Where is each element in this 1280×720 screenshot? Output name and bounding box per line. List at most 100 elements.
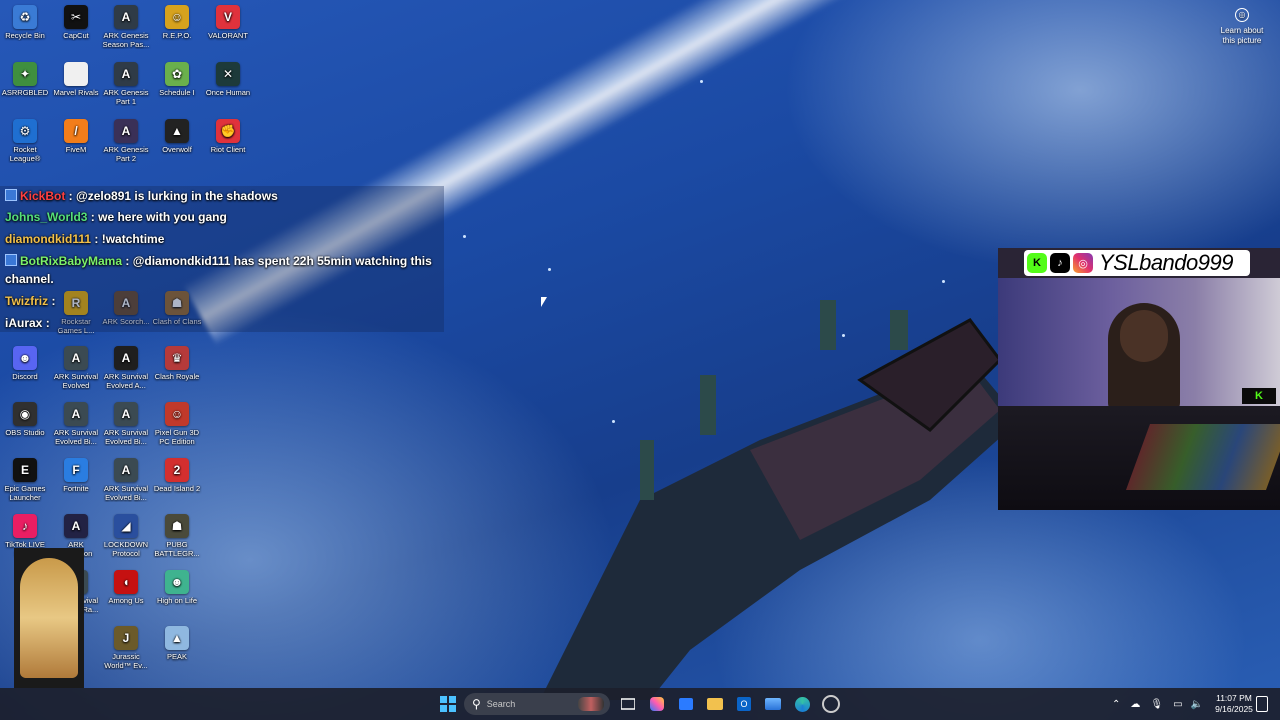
desktop-icon[interactable]: ✕ Once Human xyxy=(203,62,253,98)
desktop-icon[interactable]: ☻ Discord xyxy=(0,346,50,382)
asrrgbled-icon: ✦ xyxy=(13,62,37,86)
desktop-icon-label: Marvel Rivals xyxy=(53,89,99,97)
desktop-icon[interactable]: A ARK Survival Evolved A... xyxy=(101,346,151,390)
chat-text: : xyxy=(42,316,50,330)
pixel-gun-icon: ☺ xyxy=(165,402,189,426)
chat-username: Johns_World3 xyxy=(5,210,88,224)
desktop-icon[interactable]: A ARK Survival Evolved Bi... xyxy=(101,458,151,502)
learn-about-picture[interactable]: ◎ Learn about this picture xyxy=(1214,8,1270,46)
chat-message: channel. xyxy=(5,272,54,286)
desktop-icon-label: ARK Survival Evolved xyxy=(53,373,99,390)
search-placeholder: Search xyxy=(486,699,516,709)
desktop-icon[interactable]: J Jurassic World™ Ev... xyxy=(101,626,151,670)
desktop-icon[interactable]: ✂ CapCut xyxy=(51,5,101,41)
recycle-bin-icon: ♻ xyxy=(13,5,37,29)
desktop-icon-label: Epic Games Launcher xyxy=(4,485,46,502)
jurassic-icon: J xyxy=(114,626,138,650)
desktop-icon-label: Schedule I xyxy=(159,89,195,97)
desktop-icon[interactable]: A ARK Genesis Season Pas... xyxy=(101,5,151,49)
card-artwork xyxy=(20,558,78,678)
desktop-icon-label: OBS Studio xyxy=(5,429,45,437)
desktop-icon[interactable]: ▲ Overwolf xyxy=(152,119,202,155)
desktop-icon[interactable]: ♻ Recycle Bin xyxy=(0,5,50,41)
chat-text: : we here with you gang xyxy=(87,210,227,224)
riot-client-icon: ✊ xyxy=(216,119,240,143)
chat-message: diamondkid111 : !watchtime xyxy=(5,232,164,246)
file-icon xyxy=(64,62,88,86)
tiktok-icon: ♪ xyxy=(1050,253,1070,273)
desktop-icon[interactable]: ☗ PUBG BATTLEGR... xyxy=(152,514,202,558)
outlook-button[interactable]: O xyxy=(733,693,755,715)
outlook-icon: O xyxy=(737,697,751,711)
desktop-icon-label: ARK Survival Evolved Bi... xyxy=(103,485,149,502)
store-button[interactable] xyxy=(675,693,697,715)
copilot-button[interactable] xyxy=(646,693,668,715)
desktop-icon[interactable]: 2 Dead Island 2 xyxy=(152,458,202,494)
lockdown-icon: ◢ xyxy=(114,514,138,538)
network-icon[interactable]: ▭ xyxy=(1173,699,1182,710)
photos-button[interactable] xyxy=(762,693,784,715)
desktop-icon[interactable]: ☺ Pixel Gun 3D PC Edition xyxy=(152,402,202,446)
start-button[interactable] xyxy=(437,693,459,715)
learn-about-label: Learn about this picture xyxy=(1220,26,1264,45)
desktop-icon[interactable]: A ARK Genesis Part 1 xyxy=(101,62,151,106)
capcut-icon: ✂ xyxy=(64,5,88,29)
chevron-up-icon[interactable]: ⌃ xyxy=(1112,699,1120,710)
desktop-icon[interactable]: A ARK Survival Evolved Bi... xyxy=(51,402,101,446)
ark-icon: A xyxy=(114,119,138,143)
desktop-icon[interactable]: ☺ R.E.P.O. xyxy=(152,5,202,41)
desktop-icon-label: High on Life xyxy=(156,597,198,605)
ship-illustration xyxy=(540,300,1020,700)
desktop-icon[interactable]: ◉ OBS Studio xyxy=(0,402,50,438)
task-view-button[interactable] xyxy=(617,693,639,715)
desktop-icon[interactable]: ✊ Riot Client xyxy=(203,119,253,155)
desktop-icon[interactable]: ✦ ASRRGBLED xyxy=(0,62,50,98)
volume-icon[interactable]: 🔈 xyxy=(1191,699,1203,710)
desktop-icon[interactable]: A ARK Survival Evolved xyxy=(51,346,101,390)
desktop-icon-label: LOCKDOWN Protocol xyxy=(103,541,149,558)
microphone-icon[interactable]: 🎙 xyxy=(1150,699,1163,710)
cloud-icon[interactable]: ☁ xyxy=(1130,699,1140,710)
desktop-icon[interactable]: A ARK Genesis Part 2 xyxy=(101,119,151,163)
chat-text: channel. xyxy=(5,272,54,286)
desktop-icon[interactable]: ▲ PEAK xyxy=(152,626,202,662)
desktop-icon[interactable]: ⚙ Rocket League® xyxy=(0,119,50,163)
pubg-icon: ☗ xyxy=(165,514,189,538)
desktop-icon-label: Pixel Gun 3D PC Edition xyxy=(154,429,200,446)
desktop-icon[interactable]: ✿ Schedule I xyxy=(152,62,202,98)
desktop-icon-label: PUBG BATTLEGR... xyxy=(154,541,200,558)
peak-icon: ▲ xyxy=(165,626,189,650)
taskbar-clock[interactable]: 11:07 PM 9/16/2025 xyxy=(1206,693,1262,715)
app-button[interactable] xyxy=(820,693,842,715)
desktop-icon[interactable]: E Epic Games Launcher xyxy=(0,458,50,502)
desktop-icon[interactable]: ♛ Clash Royale xyxy=(152,346,202,382)
chat-username: diamondkid111 xyxy=(5,232,92,246)
desktop-icon[interactable]: ◖ Among Us xyxy=(101,570,151,606)
chat-message: iAurax : xyxy=(5,316,50,330)
search-highlight-icon xyxy=(578,697,604,711)
desktop-icon[interactable]: V VALORANT xyxy=(203,5,253,41)
desktop-icon[interactable]: ◢ LOCKDOWN Protocol xyxy=(101,514,151,558)
file-explorer-button[interactable] xyxy=(704,693,726,715)
notification-icon[interactable] xyxy=(1256,696,1268,712)
edge-button[interactable] xyxy=(791,693,813,715)
desktop-icon-label: Once Human xyxy=(205,89,251,97)
desktop-icon[interactable]: A ARK Survival Evolved Bi... xyxy=(101,402,151,446)
chat-username: KickBot xyxy=(20,189,66,203)
fivem-icon: / xyxy=(64,119,88,143)
bot-badge-icon xyxy=(5,189,17,201)
taskbar-search[interactable]: ⚲ Search xyxy=(464,693,610,715)
desktop-icon-label: Clash Royale xyxy=(154,373,200,381)
search-icon: ⚲ xyxy=(472,697,481,711)
tiktok-live-icon: ♪ xyxy=(13,514,37,538)
clock-time: 11:07 PM xyxy=(1216,693,1252,703)
desktop-icon[interactable]: Marvel Rivals xyxy=(51,62,101,98)
high-on-life-icon: ☻ xyxy=(165,570,189,594)
once-human-icon: ✕ xyxy=(216,62,240,86)
bot-badge-icon xyxy=(5,254,17,266)
desktop-icon[interactable]: / FiveM xyxy=(51,119,101,155)
fortnite-icon: F xyxy=(64,458,88,482)
desktop-icon[interactable]: F Fortnite xyxy=(51,458,101,494)
desktop-icon-label: Recycle Bin xyxy=(5,32,45,40)
desktop-icon[interactable]: ☻ High on Life xyxy=(152,570,202,606)
